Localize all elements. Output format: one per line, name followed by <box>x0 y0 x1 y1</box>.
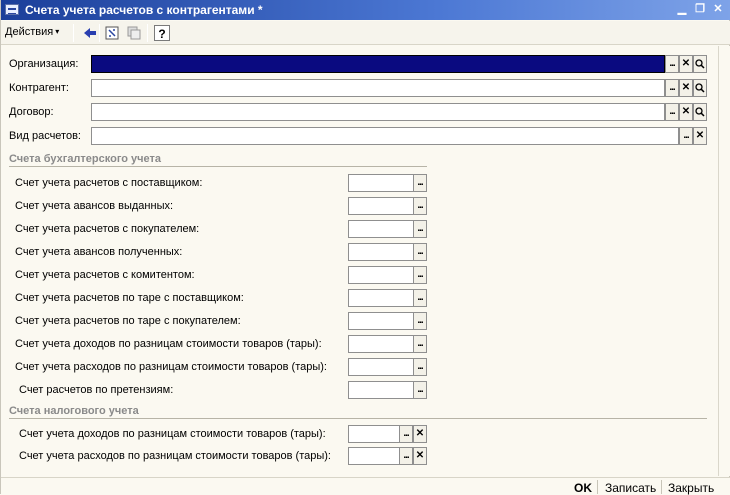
bottom-separator <box>597 480 598 494</box>
accounting-row-label: Счет учета расчетов с поставщиком: <box>15 177 203 189</box>
ok-button[interactable]: OK <box>574 481 592 495</box>
tax-row-label: Счет учета расходов по разницам стоимост… <box>19 450 331 462</box>
dialog-window: Счета учета расчетов с контрагентами * ▁… <box>0 0 730 495</box>
accounting-section-divider <box>9 166 427 167</box>
window-app-icon <box>5 4 19 15</box>
copy-icon[interactable] <box>125 24 143 42</box>
bottom-separator <box>661 480 662 494</box>
counterparty-search-icon[interactable] <box>693 79 707 97</box>
counterparty-label: Контрагент: <box>9 82 69 94</box>
toolbar-separator <box>73 24 74 42</box>
accounting-account-field[interactable] <box>348 243 414 261</box>
accounting-account-field[interactable] <box>348 289 414 307</box>
organization-field[interactable] <box>91 55 665 73</box>
accounting-row-label: Счет учета расчетов по таре с покупателе… <box>15 315 241 327</box>
accounting-account-select-button[interactable]: ... <box>413 220 427 238</box>
toolbar-separator <box>147 24 148 42</box>
accounting-account-select-button[interactable]: ... <box>413 335 427 353</box>
accounting-section-title: Счета бухгалтерского учета <box>9 153 162 165</box>
settlement-type-field[interactable] <box>91 127 679 145</box>
accounting-account-select-button[interactable]: ... <box>413 243 427 261</box>
accounting-row-label: Счет учета расчетов с покупателем: <box>15 223 200 235</box>
accounting-row-label: Счет учета доходов по разницам стоимости… <box>15 338 322 350</box>
accounting-account-field[interactable] <box>348 358 414 376</box>
accounting-account-select-button[interactable]: ... <box>413 174 427 192</box>
organization-search-icon[interactable] <box>693 55 707 73</box>
settlement-type-label: Вид расчетов: <box>9 130 81 142</box>
accounting-account-select-button[interactable]: ... <box>413 358 427 376</box>
organization-label: Организация: <box>9 58 79 70</box>
toolbar-separator <box>99 24 100 42</box>
refresh-icon[interactable] <box>103 24 121 42</box>
arrow-left-icon[interactable] <box>81 24 99 42</box>
actions-menu-button[interactable]: Действия ▾ <box>5 26 59 38</box>
accounting-account-select-button[interactable]: ... <box>413 289 427 307</box>
help-icon[interactable]: ? <box>154 25 170 41</box>
contract-label: Договор: <box>9 106 54 118</box>
tax-section-title: Счета налогового учета <box>9 405 139 417</box>
accounting-account-select-button[interactable]: ... <box>413 312 427 330</box>
minimize-icon[interactable]: ▁ <box>675 3 689 16</box>
contract-field[interactable] <box>91 103 665 121</box>
counterparty-field[interactable] <box>91 79 665 97</box>
tax-account-clear-icon[interactable]: ✕ <box>413 425 427 443</box>
accounting-account-field[interactable] <box>348 335 414 353</box>
restore-icon[interactable]: ❐ <box>693 3 707 16</box>
bottom-button-bar: OK Записать Закрыть <box>1 477 730 495</box>
tax-account-select-button[interactable]: ... <box>399 447 413 465</box>
actions-menu-label: Действия <box>5 26 54 38</box>
close-button[interactable]: Закрыть <box>668 481 714 495</box>
tax-account-field[interactable] <box>348 447 400 465</box>
accounting-account-field[interactable] <box>348 312 414 330</box>
accounting-account-field[interactable] <box>348 174 414 192</box>
title-bar[interactable]: Счета учета расчетов с контрагентами * ▁… <box>1 0 730 20</box>
accounting-row-label: Счет учета авансов выданных: <box>15 200 174 212</box>
accounting-row-label: Счет учета расчетов с комитентом: <box>15 269 195 281</box>
window-title: Счета учета расчетов с контрагентами * <box>25 3 263 17</box>
contract-select-button[interactable]: ... <box>665 103 679 121</box>
accounting-account-select-button[interactable]: ... <box>413 381 427 399</box>
save-button[interactable]: Записать <box>605 481 656 495</box>
tax-account-field[interactable] <box>348 425 400 443</box>
accounting-row-label: Счет расчетов по претензиям: <box>19 384 174 396</box>
counterparty-clear-icon[interactable]: ✕ <box>679 79 693 97</box>
counterparty-select-button[interactable]: ... <box>665 79 679 97</box>
accounting-account-field[interactable] <box>348 197 414 215</box>
accounting-row-label: Счет учета расходов по разницам стоимост… <box>15 361 327 373</box>
dropdown-arrow-icon: ▾ <box>55 27 60 36</box>
accounting-account-select-button[interactable]: ... <box>413 266 427 284</box>
accounting-account-field[interactable] <box>348 220 414 238</box>
right-panel-edge <box>718 46 730 476</box>
accounting-account-field[interactable] <box>348 381 414 399</box>
accounting-row-label: Счет учета расчетов по таре с поставщико… <box>15 292 244 304</box>
tax-row-label: Счет учета доходов по разницам стоимости… <box>19 428 326 440</box>
tax-account-clear-icon[interactable]: ✕ <box>413 447 427 465</box>
accounting-account-select-button[interactable]: ... <box>413 197 427 215</box>
close-icon[interactable]: ✕ <box>711 3 725 16</box>
toolbar: Действия ▾ ? <box>1 21 730 45</box>
organization-clear-icon[interactable]: ✕ <box>679 55 693 73</box>
contract-clear-icon[interactable]: ✕ <box>679 103 693 121</box>
organization-select-button[interactable]: ... <box>665 55 679 73</box>
settlement-type-select-button[interactable]: ... <box>679 127 693 145</box>
tax-section-divider <box>9 418 707 419</box>
accounting-account-field[interactable] <box>348 266 414 284</box>
settlement-type-clear-icon[interactable]: ✕ <box>693 127 707 145</box>
tax-account-select-button[interactable]: ... <box>399 425 413 443</box>
contract-search-icon[interactable] <box>693 103 707 121</box>
accounting-row-label: Счет учета авансов полученных: <box>15 246 183 258</box>
